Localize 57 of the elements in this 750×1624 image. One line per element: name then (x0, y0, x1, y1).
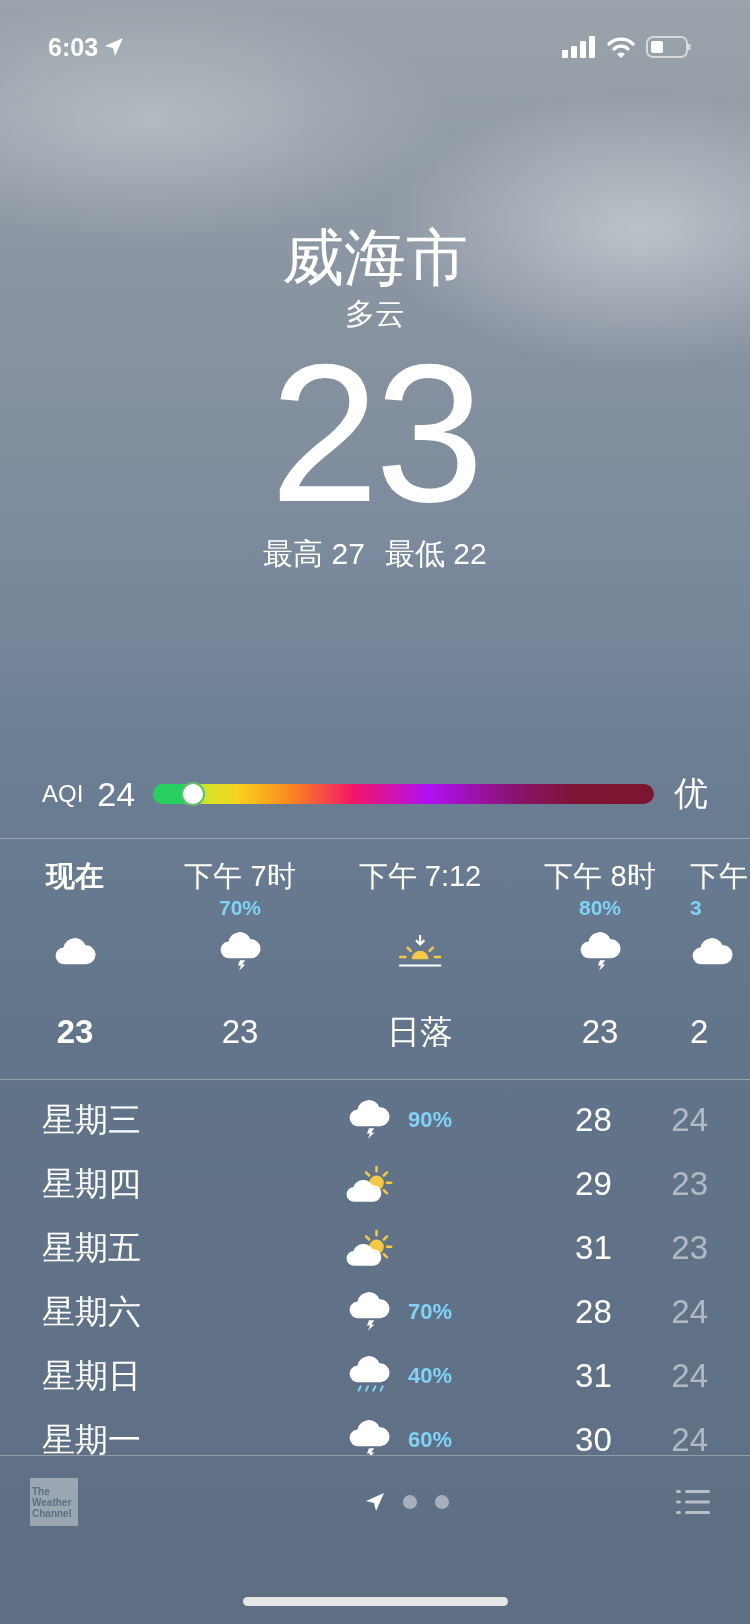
precipitation-chance: 40% (407, 1363, 452, 1388)
thunder-cloud-icon (347, 1292, 392, 1332)
weekday-label: 星期三 (42, 1099, 142, 1140)
low-temperature: 最低 22 (385, 536, 487, 572)
sun-cloud-icon (344, 1165, 394, 1203)
precipitation-chance: 80% (579, 896, 621, 919)
wifi-icon (606, 36, 636, 58)
low-temperature: 23 (670, 1165, 708, 1203)
low-temperature: 24 (670, 1101, 708, 1139)
hour-temperature: 23 (56, 1012, 94, 1052)
low-temperature: 24 (670, 1293, 708, 1331)
city-name: 威海市 (282, 222, 468, 294)
sunset-label: 日落 (387, 1012, 453, 1052)
high-temperature: 31 (574, 1357, 612, 1395)
location-arrow-icon[interactable] (365, 1492, 385, 1512)
hour-label: 下午 7时 (184, 859, 296, 894)
high-temperature: 28 (574, 1293, 612, 1331)
precipitation-chance: 70% (219, 896, 261, 919)
high-temperature: 29 (574, 1165, 612, 1203)
high-temperature: 31 (574, 1229, 612, 1267)
low-temperature: 24 (670, 1421, 708, 1455)
weather-condition: 多云 (345, 296, 405, 332)
weekday-label: 星期一 (42, 1419, 142, 1455)
battery-icon (646, 36, 692, 58)
precipitation-chance: 90% (407, 1107, 452, 1132)
precipitation-chance: 3 (690, 896, 702, 919)
hour-label: 下午 7:12 (358, 859, 482, 894)
hour-label: 下午 8时 (544, 859, 656, 894)
hour-temperature: 23 (221, 1012, 259, 1052)
clock-time: 6:03 (48, 32, 99, 62)
hour-temperature: 2 (690, 1012, 709, 1052)
hour-label: 现在 (46, 859, 104, 894)
list-icon[interactable] (676, 1489, 710, 1515)
aqi-label: AQI (42, 780, 84, 808)
page-dot-icon[interactable] (435, 1495, 449, 1509)
hour-temperature: 23 (581, 1012, 619, 1052)
hour-label: 下午 (690, 859, 748, 894)
precipitation-chance: 60% (407, 1427, 452, 1452)
aqi-rating: 优 (674, 773, 708, 814)
thunder-cloud-icon (347, 1100, 392, 1140)
high-temperature: 30 (574, 1421, 612, 1455)
current-temperature: 23 (270, 334, 480, 534)
weather-channel-logo: The Weather Channel (30, 1478, 78, 1526)
weekday-label: 星期五 (42, 1227, 142, 1268)
signal-icon (562, 36, 596, 58)
page-dot-icon[interactable] (403, 1495, 417, 1509)
sun-cloud-icon (344, 1229, 394, 1267)
aqi-value: 24 (97, 774, 136, 814)
weekday-label: 星期四 (42, 1163, 142, 1204)
weekday-label: 星期六 (42, 1291, 142, 1332)
low-temperature: 24 (670, 1357, 708, 1395)
low-temperature: 23 (670, 1229, 708, 1267)
precipitation-chance: 70% (407, 1299, 452, 1324)
high-temperature: 28 (574, 1101, 612, 1139)
cloud-icon (690, 938, 735, 966)
weekday-label: 星期日 (42, 1355, 142, 1396)
high-temperature: 最高 27 (263, 536, 365, 572)
